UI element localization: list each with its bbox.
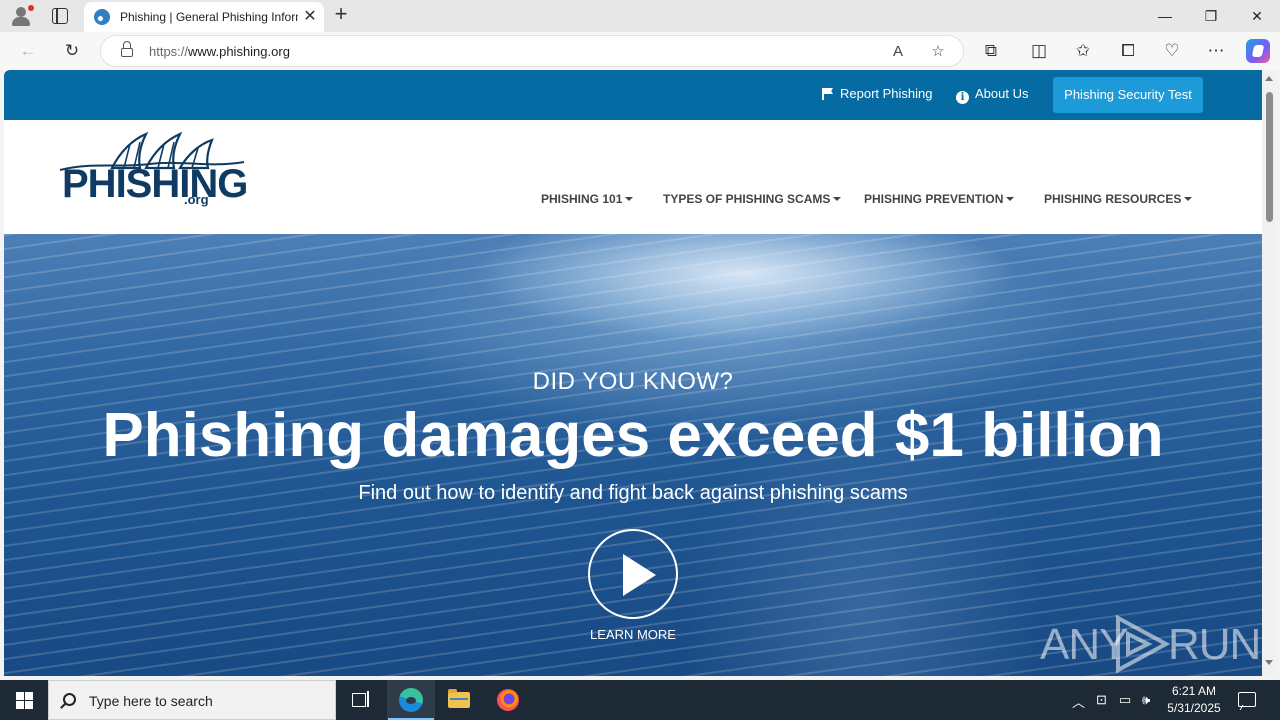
search-placeholder: Type here to search [89, 693, 213, 709]
device-icon[interactable]: ⊡ [1096, 692, 1107, 708]
minimize-button[interactable]: — [1142, 0, 1188, 32]
info-icon: i [956, 91, 969, 104]
read-aloud-icon[interactable]: A [887, 42, 909, 62]
about-us-link[interactable]: i About Us [956, 86, 1028, 104]
address-bar[interactable]: https://www.phishing.org A ☆ [100, 35, 964, 67]
favorites-icon[interactable]: ✩ [1070, 39, 1096, 63]
caret-down-icon [625, 197, 634, 201]
site-header: PHISHING .org PHISHING 101 TYPES OF PHIS… [4, 120, 1262, 234]
scroll-up-icon[interactable] [1265, 76, 1273, 81]
edge-taskbar-icon[interactable] [387, 680, 435, 720]
phishing-security-test-button[interactable]: Phishing Security Test [1053, 77, 1203, 113]
report-phishing-link[interactable]: Report Phishing [821, 86, 933, 101]
extensions-icon[interactable]: ⧉ [978, 39, 1004, 63]
collections-icon[interactable]: ⧠ [1115, 39, 1141, 63]
clock-date: 5/31/2025 [1167, 701, 1221, 715]
browser-essentials-icon[interactable]: ♡ [1159, 39, 1185, 63]
page-scrollbar[interactable] [1262, 70, 1276, 676]
back-icon[interactable]: ← [15, 39, 41, 63]
nav-phishing-resources[interactable]: PHISHING RESOURCES [1044, 192, 1193, 206]
phishing-org-logo[interactable]: PHISHING .org [60, 132, 248, 212]
profile-icon[interactable] [8, 4, 34, 28]
browser-tab-active[interactable]: Phishing | General Phishing Information … [84, 2, 324, 32]
file-explorer-icon[interactable] [435, 680, 483, 720]
firefox-icon[interactable] [484, 680, 532, 720]
anyrun-watermark: ANY RUN [1040, 610, 1261, 674]
hero-subtitle: Find out how to identify and fight back … [358, 482, 908, 504]
lock-icon[interactable] [121, 41, 133, 57]
favorite-star-icon[interactable]: ☆ [927, 42, 949, 62]
volume-icon[interactable]: 🕪 [1142, 692, 1150, 708]
logo-suffix: .org [184, 192, 209, 207]
hero-title: Phishing damages exceed $1 billion [102, 401, 1164, 470]
search-icon [63, 693, 76, 706]
task-view-icon[interactable] [336, 680, 384, 720]
system-clock[interactable]: 6:21 AM 5/31/2025 [1162, 683, 1226, 717]
play-triangle-icon [1116, 614, 1171, 674]
network-icon[interactable]: ▭ [1119, 692, 1131, 708]
more-icon[interactable]: ⋯ [1203, 39, 1229, 63]
tab-title: Phishing | General Phishing Information [120, 10, 298, 24]
restore-button[interactable]: ❐ [1188, 0, 1234, 32]
split-screen-icon[interactable]: ◫ [1026, 39, 1052, 63]
caret-down-icon [833, 197, 842, 201]
new-tab-button[interactable]: + [330, 3, 352, 26]
caret-down-icon [1006, 197, 1015, 201]
close-window-button[interactable]: ✕ [1234, 0, 1280, 32]
show-hidden-icons-icon[interactable]: ︿ [1072, 692, 1085, 711]
caret-down-icon [1184, 197, 1193, 201]
clock-time: 6:21 AM [1171, 684, 1217, 698]
nav-phishing-101[interactable]: PHISHING 101 [541, 192, 634, 206]
hero-kicker: DID YOU KNOW? [532, 368, 734, 395]
nav-phishing-prevention[interactable]: PHISHING PREVENTION [864, 192, 1015, 206]
notifications-icon[interactable] [1238, 692, 1256, 707]
scroll-down-icon[interactable] [1265, 660, 1273, 665]
browser-toolbar: ← ↻ https://www.phishing.org A ☆ ⧉ ◫ ✩ ⧠… [0, 32, 1280, 70]
flag-icon [821, 87, 834, 100]
url-text[interactable]: https://www.phishing.org [149, 44, 290, 59]
browser-tab-bar: Phishing | General Phishing Information … [0, 0, 1280, 32]
site-favicon-icon [94, 9, 110, 25]
logo-wordmark: PHISHING [62, 162, 248, 206]
tab-close-icon[interactable]: ✕ [301, 8, 319, 26]
copilot-icon[interactable] [1246, 39, 1270, 63]
nav-types-of-phishing-scams[interactable]: TYPES OF PHISHING SCAMS [663, 192, 842, 206]
utility-bar: Report Phishing i About Us Phishing Secur… [4, 70, 1262, 120]
scrollbar-thumb[interactable] [1266, 92, 1273, 222]
play-video-icon[interactable] [588, 529, 678, 619]
refresh-icon[interactable]: ↻ [59, 39, 85, 63]
taskbar-search-box[interactable]: Type here to search [48, 680, 336, 720]
windows-start-icon[interactable] [0, 680, 48, 720]
windows-taskbar: Type here to search ︿ ⊡ ▭ 🕪 6:21 AM 5/31… [0, 680, 1280, 720]
tab-actions-icon[interactable] [52, 8, 68, 24]
web-page: Report Phishing i About Us Phishing Secur… [4, 70, 1262, 676]
